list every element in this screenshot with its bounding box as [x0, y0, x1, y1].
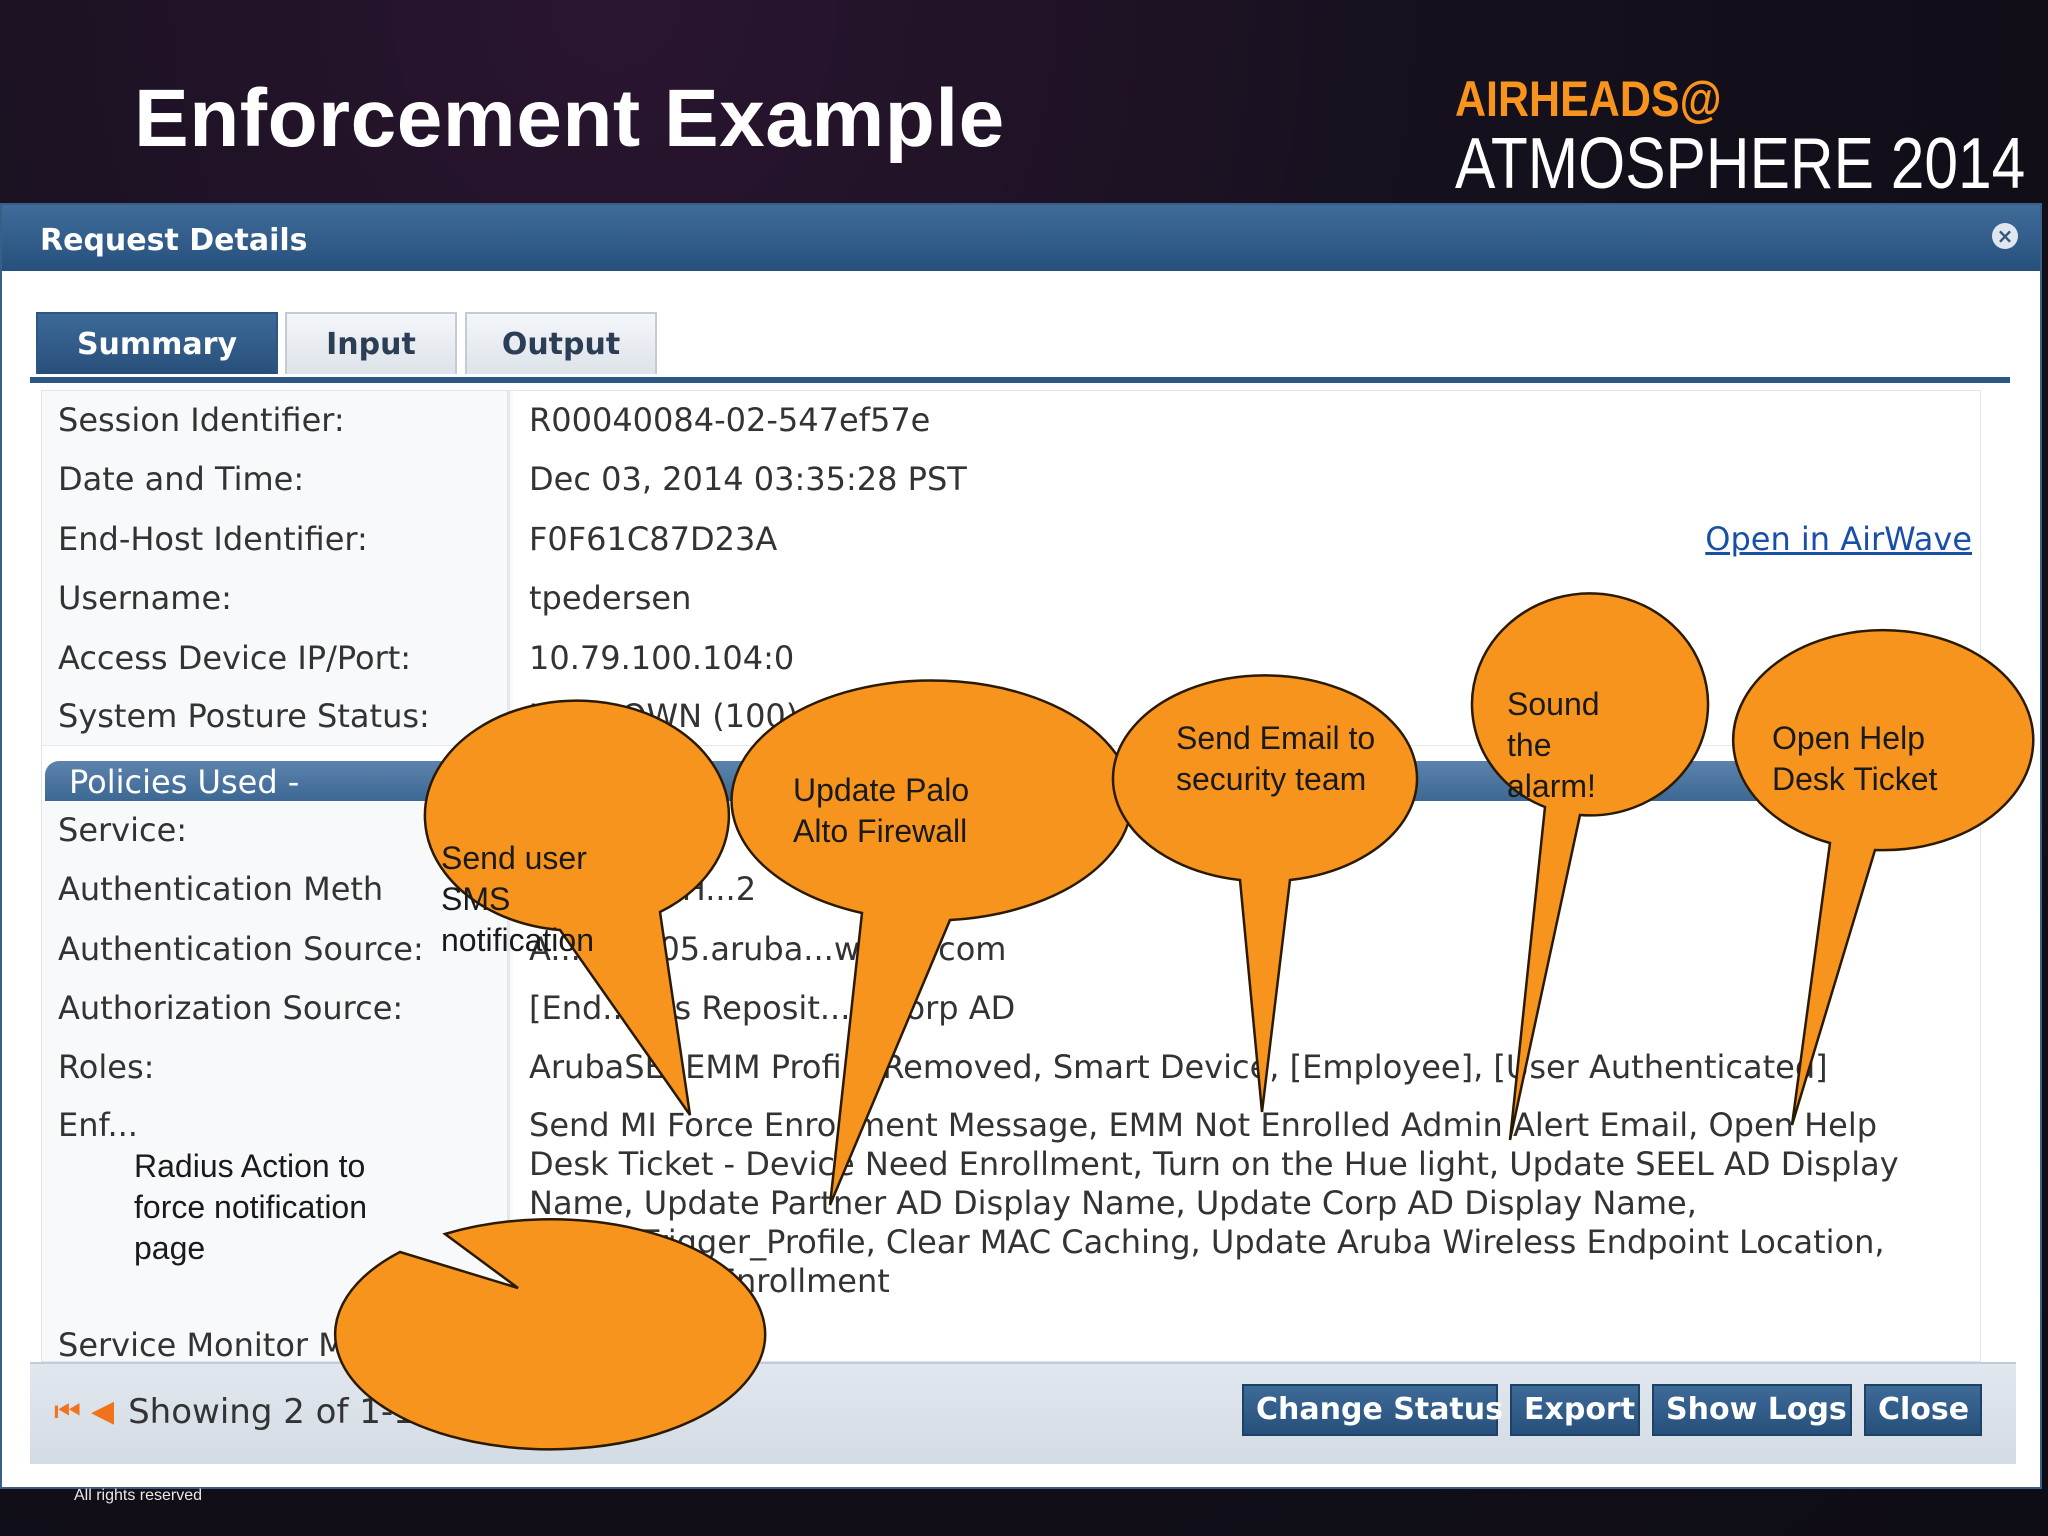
- row-label: System Posture Status:: [42, 687, 510, 745]
- end-host-id: F0F61C87D23A: [529, 519, 778, 558]
- row-label: Date and Time:: [42, 449, 510, 509]
- row-label: Access Device IP/Port:: [42, 628, 510, 687]
- table-row: End-Host Identifier: F0F61C87D23A Open i…: [42, 509, 1980, 569]
- dialog-header: Request Details ×: [2, 205, 2040, 271]
- row-label: Session Identifier:: [42, 391, 510, 449]
- row-value: ,EAP-MSCH...2: [513, 859, 1980, 919]
- table-row: Access Device IP/Port: 10.79.100.104:0: [42, 628, 1980, 688]
- dialog-footer: ⏮ ◀ Showing 2 of 1-100 records ▶ ⏭ Chang…: [30, 1362, 2016, 1464]
- row-value: A...c-dc-05.aruba...works.com: [513, 919, 1980, 978]
- row-value: F0F61C87D23A Open in AirWave: [513, 509, 1980, 568]
- policies-used-title: Policies Used -: [69, 763, 300, 801]
- row-label: Service:: [42, 801, 510, 859]
- brand-bottom-text: ATMOSPHERE 2014: [1455, 124, 2026, 204]
- table-row: Service Monitor Mode: Disabled: [42, 1314, 1980, 1361]
- close-icon[interactable]: ×: [1992, 223, 2018, 249]
- table-row: System Posture Status: UNKNOWN (100): [42, 687, 1980, 746]
- brand-logo: AIRHEADS@ ATMOSPHERE 2014: [1455, 71, 2026, 204]
- callout-helpdesk-text: Open Help Desk Ticket: [1772, 720, 1938, 797]
- table-row: Session Identifier: R00040084-02-547ef57…: [42, 391, 1980, 450]
- brand-top-text: AIRHEADS@: [1455, 71, 1722, 127]
- row-value: [End...ints Reposit...], Corp AD: [513, 978, 1980, 1037]
- callout-email-text: Send Email to security team: [1176, 720, 1376, 797]
- change-status-button[interactable]: Change Status: [1242, 1384, 1503, 1436]
- pager: ⏮ ◀ Showing 2 of 1-100 records ▶ ⏭: [54, 1392, 669, 1432]
- open-in-airwave-link[interactable]: Open in AirWave: [1705, 509, 1972, 568]
- row-value: 10.79.100.104:0: [513, 628, 1980, 687]
- row-value: Disabled: [513, 1314, 1980, 1361]
- row-label: Service Monitor Mode:: [42, 1314, 510, 1361]
- dialog-title: Request Details: [40, 223, 308, 258]
- row-value: Send MI Force Enrollment Message, EMM No…: [513, 1096, 1980, 1314]
- row-label: End-Host Identifier:: [42, 509, 510, 568]
- table-row: Username: tpedersen: [42, 568, 1980, 629]
- row-value: R00040084-02-547ef57e: [513, 391, 1980, 449]
- table-row: Roles: ArubaSE, EMM Profi... Removed, Sm…: [42, 1037, 1980, 1097]
- slide-title: Enforcement Example: [134, 73, 1005, 164]
- row-label: Authentication Source:: [42, 919, 510, 978]
- row-label: Username:: [42, 568, 510, 628]
- tab-underline: [30, 377, 2010, 383]
- tab-output[interactable]: Output: [465, 312, 657, 374]
- row-label: Authentication Meth: [42, 859, 510, 919]
- table-row: Authentication Meth ,EAP-MSCH...2: [42, 859, 1980, 920]
- first-page-icon[interactable]: ⏮: [54, 1397, 81, 1427]
- callout-radius-text: Radius Action to force notification page: [134, 1148, 368, 1266]
- callout-alarm-text: Sound the alarm!: [1507, 686, 1600, 804]
- show-logs-button[interactable]: Show Logs: [1652, 1384, 1852, 1436]
- callout-sms-text: Send user SMS notification: [441, 840, 594, 958]
- table-row: Authorization Source: [End...ints Reposi…: [42, 978, 1980, 1038]
- callout-palo-alto-text: Update Palo Alto Firewall: [793, 772, 970, 849]
- row-label: Authorization Source:: [42, 978, 510, 1037]
- table-row: Date and Time: Dec 03, 2014 03:35:28 PST: [42, 449, 1980, 510]
- row-value: Dec 03, 2014 03:35:28 PST: [513, 449, 1980, 509]
- row-value: ...here: [513, 801, 1980, 859]
- export-button[interactable]: Export: [1510, 1384, 1640, 1436]
- close-button[interactable]: Close: [1864, 1384, 1982, 1436]
- row-value: ArubaSE, EMM Profi... Removed, Smart Dev…: [513, 1037, 1980, 1096]
- last-page-icon[interactable]: ⏭: [642, 1397, 669, 1427]
- tab-summary[interactable]: Summary: [36, 312, 278, 374]
- row-value: tpedersen: [513, 568, 1980, 628]
- table-row: Authentication Source: A...c-dc-05.aruba…: [42, 919, 1980, 979]
- pager-text: Showing 2 of 1-100 records: [128, 1392, 596, 1432]
- row-label: Roles:: [42, 1037, 510, 1096]
- next-page-icon[interactable]: ▶: [609, 1397, 632, 1427]
- footer-note: All rights reserved: [74, 1487, 203, 1504]
- tab-input[interactable]: Input: [285, 312, 457, 374]
- prev-page-icon[interactable]: ◀: [91, 1397, 114, 1427]
